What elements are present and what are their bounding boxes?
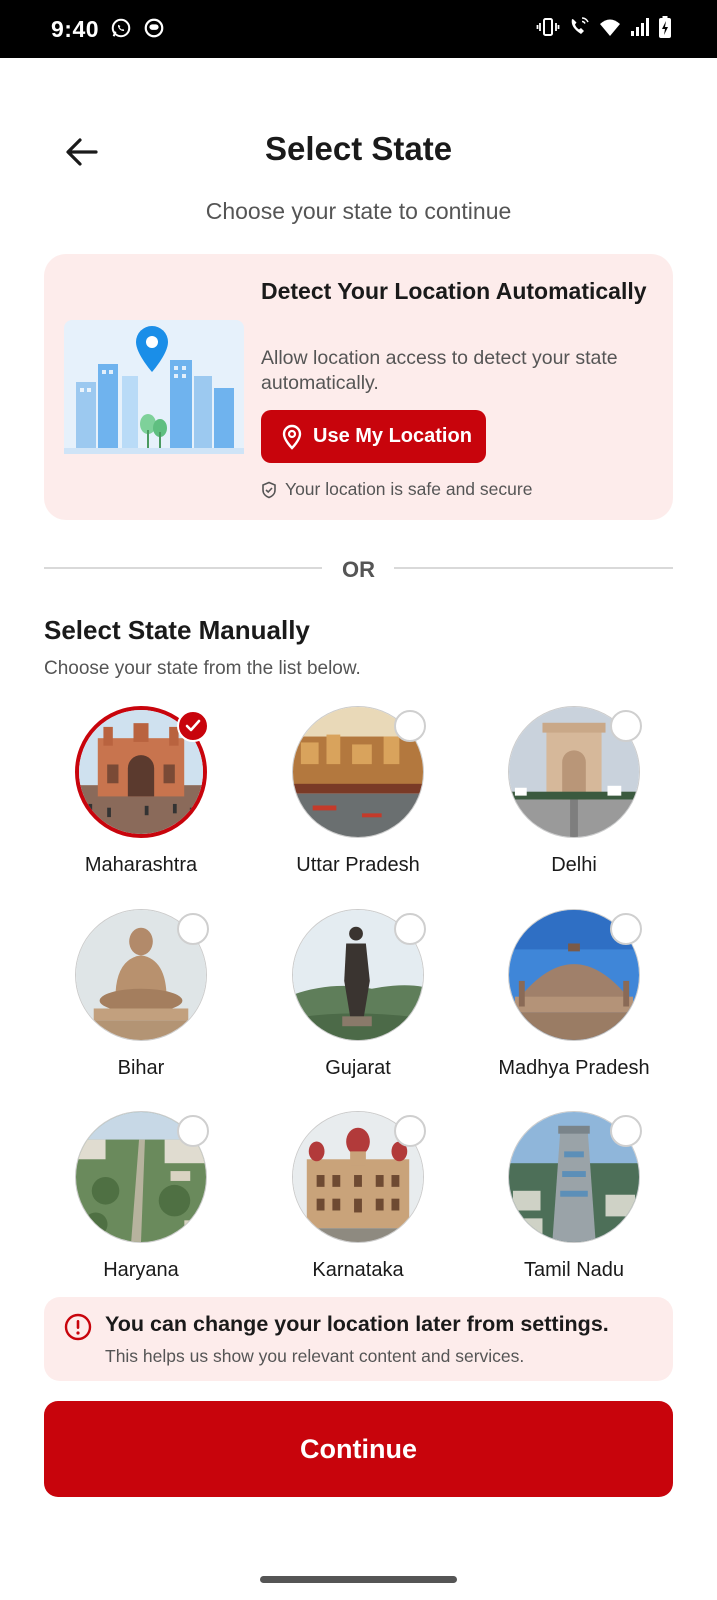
use-my-location-button[interactable]: Use My Location [261, 410, 486, 463]
info-icon [64, 1313, 92, 1341]
status-bar: 9:40 [0, 0, 717, 58]
vibrate-icon [536, 18, 560, 36]
manual-section-subtitle: Choose your state from the list below. [44, 658, 361, 679]
state-name: Tamil Nadu [523, 1259, 625, 1281]
info-title: You can change your location later from … [105, 1312, 609, 1336]
status-icons [536, 15, 672, 39]
state-name: Madhya Pradesh [498, 1057, 650, 1079]
state-option-haryana[interactable]: Haryana [33, 1111, 249, 1301]
state-name: Haryana [103, 1259, 179, 1281]
state-option-bihar[interactable]: Bihar [33, 909, 249, 1099]
wifi-call-icon [571, 17, 589, 34]
state-option-delhi[interactable]: Delhi [466, 706, 682, 896]
home-indicator[interactable] [260, 1576, 457, 1583]
use-my-location-label: Use My Location [313, 425, 472, 447]
page-title: Select State [264, 130, 453, 167]
state-name: Uttar Pradesh [296, 854, 420, 876]
radio-unselected[interactable] [394, 913, 426, 945]
state-option-karnataka[interactable]: Karnataka [250, 1111, 466, 1301]
info-subtitle: This helps us show you relevant content … [105, 1346, 525, 1366]
continue-button[interactable]: Continue [44, 1401, 673, 1497]
radio-unselected[interactable] [610, 1115, 642, 1147]
status-time: 9:40 [51, 16, 100, 42]
info-banner: You can change your location later from … [44, 1297, 673, 1381]
radio-unselected[interactable] [177, 913, 209, 945]
signal-icon [631, 18, 649, 36]
state-option-maharashtra[interactable]: Maharashtra [33, 706, 249, 896]
radio-unselected[interactable] [610, 710, 642, 742]
detect-title: Detect Your Location Automatically [261, 278, 647, 304]
detect-location-card: Detect Your Location Automatically Allow… [44, 254, 673, 520]
state-name: Delhi [551, 854, 597, 876]
state-name: Maharashtra [84, 854, 198, 876]
safe-note: Your location is safe and secure [261, 479, 532, 500]
safe-note-text: Your location is safe and secure [285, 479, 533, 499]
or-divider-label: OR [342, 557, 375, 582]
notification-app-icon [144, 18, 164, 38]
city-location-illustration [64, 320, 244, 454]
radio-selected[interactable] [177, 710, 209, 742]
page-subtitle: Choose your state to continue [205, 198, 512, 224]
state-name: Gujarat [325, 1057, 391, 1079]
radio-unselected[interactable] [177, 1115, 209, 1147]
wifi-icon [600, 19, 620, 36]
detect-description: Allow location access to detect your sta… [261, 347, 618, 394]
state-option-tamil-nadu[interactable]: Tamil Nadu [466, 1111, 682, 1301]
state-option-uttar-pradesh[interactable]: Uttar Pradesh [250, 706, 466, 896]
state-option-gujarat[interactable]: Gujarat [250, 909, 466, 1099]
battery-icon [659, 16, 671, 38]
state-name: Bihar [117, 1057, 165, 1079]
location-pin-icon [282, 424, 302, 450]
state-name: Karnataka [312, 1259, 404, 1281]
state-option-madhya-pradesh[interactable]: Madhya Pradesh [466, 909, 682, 1099]
check-icon [185, 719, 201, 732]
whatsapp-icon [111, 18, 131, 38]
radio-unselected[interactable] [394, 1115, 426, 1147]
shield-check-icon [262, 481, 276, 498]
radio-unselected[interactable] [610, 913, 642, 945]
radio-unselected[interactable] [394, 710, 426, 742]
manual-section-title: Select State Manually [44, 615, 310, 645]
